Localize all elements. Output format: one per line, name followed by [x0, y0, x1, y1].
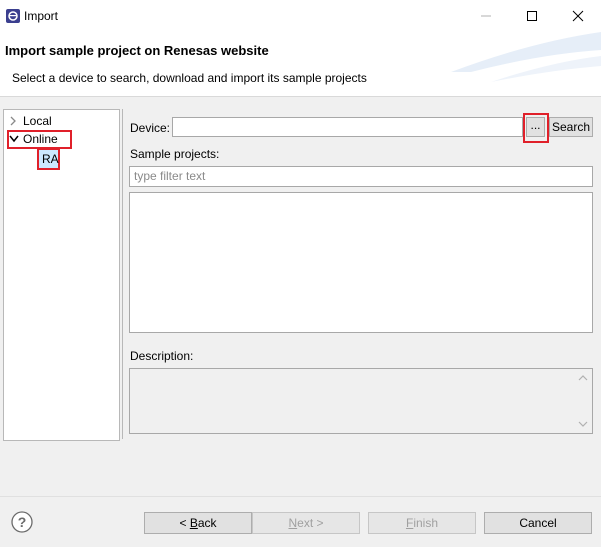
maximize-icon [527, 11, 537, 21]
device-label: Device: [130, 121, 171, 135]
filter-input[interactable]: type filter text [129, 166, 593, 187]
next-button[interactable]: Next > [252, 512, 360, 534]
wizard-subtitle: Select a device to search, download and … [12, 71, 367, 85]
tree-item-local[interactable]: Local [4, 112, 117, 130]
sample-projects-list[interactable] [129, 192, 593, 333]
finish-button[interactable]: Finish [368, 512, 476, 534]
browse-device-button[interactable]: ... [526, 117, 545, 137]
search-button[interactable]: Search [549, 117, 593, 137]
tree-item-online[interactable]: Online [4, 130, 117, 148]
chevron-down-icon[interactable] [8, 133, 20, 145]
close-icon [572, 10, 584, 22]
scroll-up-icon[interactable] [578, 374, 588, 382]
chevron-right-icon[interactable] [8, 115, 18, 127]
sample-projects-label: Sample projects: [130, 147, 220, 161]
maximize-button[interactable] [509, 0, 555, 32]
tree-item-label: RA [42, 152, 59, 166]
window-title: Import [24, 9, 59, 23]
banner-decoration [451, 32, 601, 82]
banner-divider [0, 96, 601, 97]
device-input[interactable] [172, 117, 523, 137]
button-suffix: > [313, 516, 324, 530]
source-tree[interactable]: Local Online RA [3, 109, 120, 441]
svg-text:?: ? [18, 514, 27, 530]
help-icon[interactable]: ? [11, 511, 33, 533]
back-button[interactable]: < Back [144, 512, 252, 534]
eclipse-app-icon [6, 9, 20, 23]
tree-item-label: Local [23, 114, 52, 128]
cancel-button[interactable]: Cancel [484, 512, 592, 534]
description-label: Description: [130, 349, 194, 363]
description-box[interactable] [129, 368, 593, 434]
button-prefix: < [179, 516, 190, 530]
button-label-rest: ack [197, 516, 217, 530]
footer-divider [0, 496, 601, 497]
close-button[interactable] [555, 0, 601, 32]
mnemonic-letter: N [288, 516, 298, 530]
wizard-banner: Import sample project on Renesas website… [0, 32, 601, 96]
minimize-button[interactable] [463, 0, 509, 32]
button-label-rest: inish [413, 516, 439, 530]
scroll-down-icon[interactable] [578, 420, 588, 428]
button-label-rest: ext [297, 516, 314, 530]
tree-item-ra[interactable]: RA [37, 148, 60, 170]
minimize-icon [481, 15, 491, 17]
mnemonic-letter: B [189, 516, 198, 530]
tree-item-label: Online [23, 132, 58, 146]
wizard-title: Import sample project on Renesas website [5, 43, 269, 58]
title-bar: Import [0, 0, 601, 32]
